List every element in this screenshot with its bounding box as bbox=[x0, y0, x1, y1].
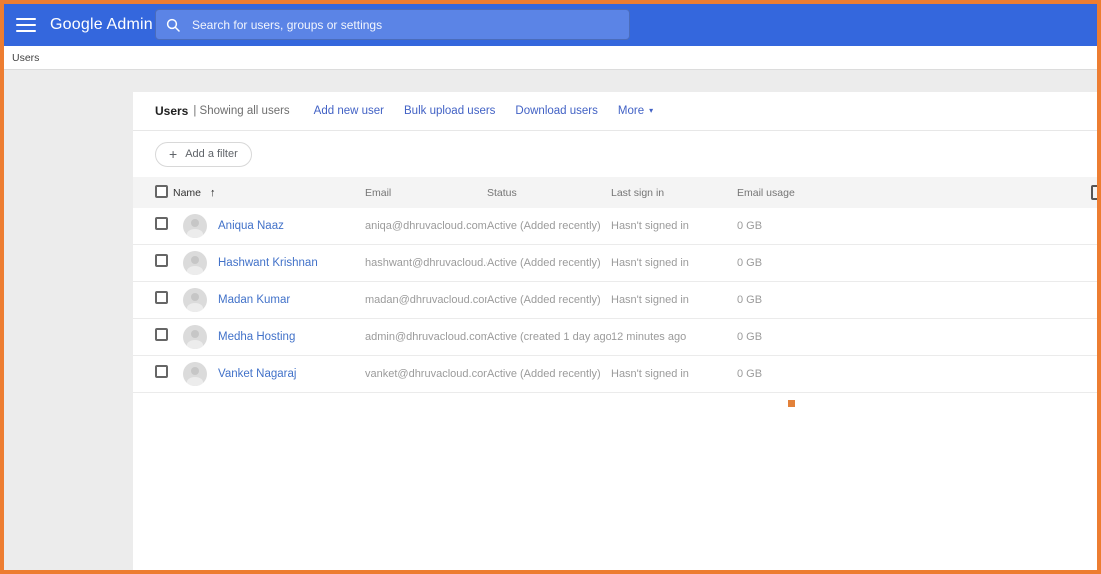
user-email: aniqa@dhruvacloud.com bbox=[365, 220, 487, 232]
table-row[interactable]: Vanket Nagaraj vanket@dhruvacloud.com Ac… bbox=[133, 356, 1097, 393]
column-header-name[interactable]: Name ↑ bbox=[173, 187, 365, 199]
page-subtitle: | Showing all users bbox=[193, 105, 289, 117]
table-header-row: Name ↑ Email Status Last sign in Email u… bbox=[133, 177, 1097, 208]
bulk-upload-users-link[interactable]: Bulk upload users bbox=[404, 105, 495, 117]
page-background: Users | Showing all users Add new user B… bbox=[4, 70, 1097, 570]
download-users-link[interactable]: Download users bbox=[515, 105, 597, 117]
user-last-sign-in: Hasn't signed in bbox=[611, 257, 737, 269]
users-toolbar: Users | Showing all users Add new user B… bbox=[133, 92, 1097, 131]
chevron-down-icon: ▾ bbox=[649, 106, 653, 115]
user-email-usage: 0 GB bbox=[737, 220, 1097, 232]
top-app-bar: Google Admin bbox=[4, 4, 1097, 46]
breadcrumb-bar: Users bbox=[4, 46, 1097, 70]
table-row[interactable]: Hashwant Krishnan hashwant@dhruvacloud.c… bbox=[133, 245, 1097, 282]
browser-frame: Google Admin Users Users | Showing all u… bbox=[0, 0, 1101, 574]
add-new-user-link[interactable]: Add new user bbox=[314, 105, 384, 117]
user-email-usage: 0 GB bbox=[737, 331, 1097, 343]
column-header-email: Email bbox=[365, 187, 487, 199]
sort-ascending-icon: ↑ bbox=[210, 187, 216, 199]
user-avatar-icon bbox=[183, 362, 207, 386]
more-menu-button[interactable]: More ▾ bbox=[618, 105, 653, 117]
row-checkbox[interactable] bbox=[155, 291, 168, 304]
user-name-link[interactable]: Medha Hosting bbox=[218, 331, 295, 343]
table-body: Aniqua Naaz aniqa@dhruvacloud.com Active… bbox=[133, 208, 1097, 393]
user-email: vanket@dhruvacloud.com bbox=[365, 368, 487, 380]
table-row[interactable]: Madan Kumar madan@dhruvacloud.com Active… bbox=[133, 282, 1097, 319]
user-status: Active (created 1 day ago) bbox=[487, 331, 611, 343]
user-status: Active (Added recently) bbox=[487, 257, 611, 269]
user-email-usage: 0 GB bbox=[737, 257, 1097, 269]
row-checkbox[interactable] bbox=[155, 254, 168, 267]
search-bar[interactable] bbox=[155, 9, 630, 40]
menu-icon[interactable] bbox=[16, 18, 36, 32]
add-filter-button[interactable]: + Add a filter bbox=[155, 142, 252, 167]
table-row[interactable]: Medha Hosting admin@dhruvacloud.com Acti… bbox=[133, 319, 1097, 356]
user-avatar-icon bbox=[183, 288, 207, 312]
add-filter-label: Add a filter bbox=[185, 148, 238, 160]
user-name-link[interactable]: Hashwant Krishnan bbox=[218, 257, 318, 269]
page-title: Users bbox=[155, 104, 188, 118]
column-header-email-usage: Email usage bbox=[737, 187, 1097, 199]
select-all-checkbox[interactable] bbox=[155, 185, 168, 198]
cursor-artifact-dot bbox=[788, 400, 795, 407]
column-header-last-sign-in: Last sign in bbox=[611, 187, 737, 199]
user-name-link[interactable]: Vanket Nagaraj bbox=[218, 368, 296, 380]
user-status: Active (Added recently) bbox=[487, 220, 611, 232]
user-avatar-icon bbox=[183, 251, 207, 275]
user-email: hashwant@dhruvacloud.com bbox=[365, 257, 487, 269]
user-avatar-icon bbox=[183, 214, 207, 238]
manage-columns-icon[interactable] bbox=[1091, 185, 1097, 200]
user-last-sign-in: Hasn't signed in bbox=[611, 220, 737, 232]
user-email-usage: 0 GB bbox=[737, 294, 1097, 306]
user-email-usage: 0 GB bbox=[737, 368, 1097, 380]
search-input[interactable] bbox=[192, 18, 619, 32]
column-header-status: Status bbox=[487, 187, 611, 199]
user-last-sign-in: 12 minutes ago bbox=[611, 331, 737, 343]
filter-row: + Add a filter bbox=[133, 131, 1097, 177]
user-status: Active (Added recently) bbox=[487, 294, 611, 306]
row-checkbox[interactable] bbox=[155, 328, 168, 341]
user-avatar-icon bbox=[183, 325, 207, 349]
row-checkbox[interactable] bbox=[155, 217, 168, 230]
plus-icon: + bbox=[169, 146, 177, 162]
admin-console-screen: Google Admin Users Users | Showing all u… bbox=[4, 4, 1097, 570]
users-card: Users | Showing all users Add new user B… bbox=[133, 92, 1097, 570]
app-title: Google Admin bbox=[50, 16, 153, 34]
user-last-sign-in: Hasn't signed in bbox=[611, 294, 737, 306]
user-name-link[interactable]: Aniqua Naaz bbox=[218, 220, 284, 232]
user-status: Active (Added recently) bbox=[487, 368, 611, 380]
user-name-link[interactable]: Madan Kumar bbox=[218, 294, 290, 306]
row-checkbox[interactable] bbox=[155, 365, 168, 378]
breadcrumb[interactable]: Users bbox=[12, 52, 39, 64]
user-email: admin@dhruvacloud.com bbox=[365, 331, 487, 343]
table-row[interactable]: Aniqua Naaz aniqa@dhruvacloud.com Active… bbox=[133, 208, 1097, 245]
user-last-sign-in: Hasn't signed in bbox=[611, 368, 737, 380]
search-icon bbox=[166, 18, 180, 32]
name-column-label: Name bbox=[173, 187, 201, 199]
user-email: madan@dhruvacloud.com bbox=[365, 294, 487, 306]
more-label: More bbox=[618, 105, 644, 117]
